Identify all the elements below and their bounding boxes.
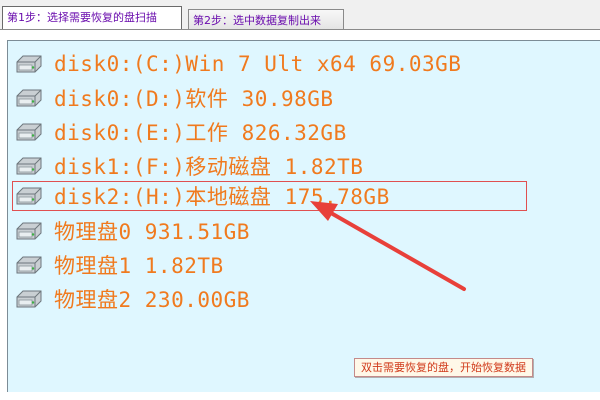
disk-label: disk0:(E:)工作 826.32GB (54, 121, 347, 145)
list-item-disk-e[interactable]: disk0:(E:)工作 826.32GB (14, 115, 347, 149)
hard-drive-icon (16, 55, 42, 73)
hard-drive-icon (16, 123, 42, 141)
disk-label: 物理盘0 931.51GB (54, 220, 250, 244)
tab-step-1[interactable]: 第1步：选择需要恢复的盘扫描 (2, 6, 182, 29)
disk-label: disk0:(C:)Win 7 Ult x64 69.03GB (54, 52, 462, 76)
hard-drive-icon (16, 89, 42, 107)
disk-label: 物理盘2 230.00GB (54, 288, 250, 312)
list-item-physical-1[interactable]: 物理盘1 1.82TB (14, 248, 224, 282)
list-item-disk-c[interactable]: disk0:(C:)Win 7 Ult x64 69.03GB (14, 47, 461, 81)
double-click-hint: 双击需要恢复的盘，开始恢复数据 (354, 358, 533, 377)
hard-drive-icon (16, 256, 42, 274)
selection-highlight (12, 181, 527, 211)
list-item-physical-0[interactable]: 物理盘0 931.51GB (14, 214, 250, 248)
hard-drive-icon (16, 222, 42, 240)
hard-drive-icon (16, 290, 42, 308)
disk-label: disk1:(F:)移动磁盘 1.82TB (54, 155, 364, 179)
disk-label: disk0:(D:)软件 30.98GB (54, 87, 334, 111)
disk-list[interactable]: disk0:(C:)Win 7 Ult x64 69.03GB disk0:(D… (7, 40, 600, 392)
list-item-physical-2[interactable]: 物理盘2 230.00GB (14, 282, 250, 316)
disk-label: 物理盘1 1.82TB (54, 254, 224, 278)
step-tabs: 第1步：选择需要恢复的盘扫描 第2步：选中数据复制出来 (0, 6, 600, 29)
tab-panel: disk0:(C:)Win 7 Ult x64 69.03GB disk0:(D… (0, 30, 600, 400)
tab-step-2[interactable]: 第2步：选中数据复制出来 (188, 9, 344, 29)
list-item-disk-f[interactable]: disk1:(F:)移动磁盘 1.82TB (14, 149, 363, 183)
list-item-disk-d[interactable]: disk0:(D:)软件 30.98GB (14, 81, 334, 115)
hard-drive-icon (16, 157, 42, 175)
recovery-window: 第1步：选择需要恢复的盘扫描 第2步：选中数据复制出来 disk0:(C:)Wi… (0, 0, 600, 400)
